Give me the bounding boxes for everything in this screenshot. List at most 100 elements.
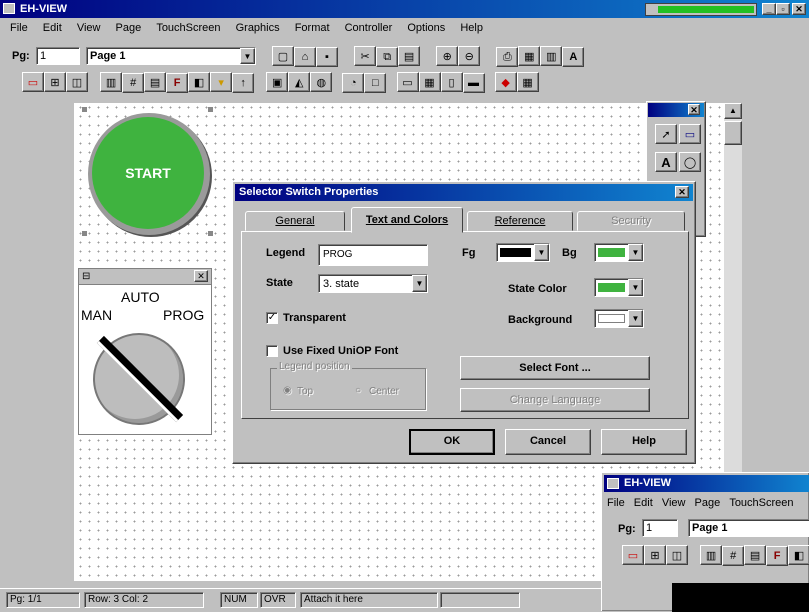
- alarm-icon[interactable]: □: [364, 72, 387, 93]
- color-icon[interactable]: ▦: [516, 72, 539, 92]
- lamp-icon[interactable]: ◧: [188, 72, 211, 92]
- fixed-font-checkbox[interactable]: [266, 345, 278, 357]
- menu-help[interactable]: Help: [454, 20, 489, 36]
- message-icon[interactable]: ▤: [744, 545, 767, 565]
- f-key-icon[interactable]: F: [166, 72, 189, 93]
- switch-icon[interactable]: ⊞: [44, 72, 66, 92]
- copy-icon[interactable]: ⧉: [376, 47, 399, 67]
- panel-icon[interactable]: ▦: [418, 72, 441, 92]
- menu-page[interactable]: Page: [110, 20, 148, 36]
- fg-color-select[interactable]: ▼: [496, 243, 550, 262]
- selection-handle[interactable]: [208, 107, 213, 112]
- meter-icon[interactable]: ◫: [666, 545, 688, 565]
- second-page-number-field[interactable]: 1: [642, 519, 678, 537]
- second-eh-view-window[interactable]: EH-VIEW File Edit View Page TouchScreen …: [601, 472, 809, 612]
- export-icon[interactable]: ◆: [494, 72, 517, 92]
- print-icon[interactable]: ⎙: [496, 47, 519, 67]
- bargraph-icon[interactable]: ▥: [100, 72, 123, 92]
- selection-handle[interactable]: [82, 231, 87, 236]
- window-icon[interactable]: ▭: [396, 72, 419, 92]
- radio-top[interactable]: ◉: [283, 385, 292, 396]
- dial-icon[interactable]: ◔: [342, 72, 365, 93]
- data-icon[interactable]: ▯: [440, 72, 463, 92]
- object-icon[interactable]: ▭: [679, 124, 701, 144]
- help-button[interactable]: Help: [601, 429, 687, 455]
- open-icon[interactable]: ⌂: [294, 46, 316, 67]
- menu-controller[interactable]: Controller: [339, 20, 399, 36]
- selection-handle[interactable]: [208, 231, 213, 236]
- picture-icon[interactable]: ▣: [266, 72, 289, 92]
- maximize-button[interactable]: ▫: [776, 3, 790, 15]
- zoom-in-icon[interactable]: ⊕: [436, 46, 459, 66]
- page-select[interactable]: Page 1 ▼: [86, 47, 256, 65]
- selector-switch-object[interactable]: ⊟ ✕ AUTO MAN PROG: [78, 268, 212, 435]
- menu-file[interactable]: File: [4, 20, 34, 36]
- library-icon[interactable]: ▥: [540, 46, 563, 66]
- cancel-button[interactable]: Cancel: [505, 429, 591, 455]
- menu-edit[interactable]: Edit: [37, 20, 68, 36]
- zoom-out-icon[interactable]: ⊖: [458, 46, 481, 66]
- minimize-button[interactable]: _: [762, 3, 776, 15]
- ascii-icon[interactable]: ▬: [462, 72, 485, 93]
- chevron-down-icon[interactable]: ▼: [628, 279, 643, 296]
- image-icon[interactable]: ▦: [518, 46, 541, 66]
- chevron-down-icon[interactable]: ▼: [240, 48, 255, 64]
- scroll-thumb[interactable]: [724, 121, 742, 145]
- f-key-icon[interactable]: F: [766, 545, 789, 566]
- second-menu-touchscreen[interactable]: TouchScreen: [726, 495, 796, 511]
- scroll-up-button[interactable]: ▲: [724, 103, 742, 119]
- select-font-button[interactable]: Select Font ...: [460, 356, 650, 380]
- transparent-checkbox[interactable]: ✓: [266, 312, 278, 324]
- close-button[interactable]: ✕: [792, 3, 806, 15]
- bell-icon[interactable]: ▾: [210, 72, 233, 92]
- menu-graphics[interactable]: Graphics: [230, 20, 286, 36]
- menu-format[interactable]: Format: [289, 20, 336, 36]
- radio-center[interactable]: ○: [355, 385, 361, 396]
- second-menu-edit[interactable]: Edit: [631, 495, 656, 511]
- second-menu-page[interactable]: Page: [692, 495, 724, 511]
- chevron-down-icon[interactable]: ▼: [628, 310, 643, 327]
- bg-color-select[interactable]: ▼: [594, 243, 644, 262]
- shape-icon[interactable]: ◯: [679, 152, 701, 172]
- paste-icon[interactable]: ▤: [398, 46, 421, 66]
- bargraph-icon[interactable]: ▥: [700, 545, 723, 565]
- numeric-icon[interactable]: #: [122, 72, 145, 93]
- text-format-icon[interactable]: A: [562, 46, 585, 67]
- state-color-select[interactable]: ▼: [594, 278, 644, 297]
- second-menu-view[interactable]: View: [659, 495, 689, 511]
- message-icon[interactable]: ▤: [144, 72, 167, 92]
- indicator-icon[interactable]: ▭: [622, 545, 644, 565]
- menu-options[interactable]: Options: [401, 20, 451, 36]
- indicator-icon[interactable]: ▭: [22, 72, 44, 92]
- background-color-select[interactable]: ▼: [594, 309, 644, 328]
- chevron-down-icon[interactable]: ▼: [534, 244, 549, 261]
- second-page-select[interactable]: Page 1: [688, 519, 809, 537]
- trend-icon[interactable]: ◭: [288, 72, 311, 92]
- selection-handle[interactable]: [82, 107, 87, 112]
- page-number-field[interactable]: 1: [36, 47, 80, 65]
- start-button-object[interactable]: START: [82, 107, 217, 242]
- chevron-down-icon[interactable]: ▼: [628, 244, 643, 261]
- vertical-scrollbar[interactable]: ▲: [724, 103, 742, 473]
- second-menu-file[interactable]: File: [604, 495, 628, 511]
- pointer-icon[interactable]: ➚: [655, 124, 677, 144]
- new-icon[interactable]: ▢: [272, 46, 294, 66]
- tab-general[interactable]: General: [245, 211, 345, 231]
- change-language-button[interactable]: Change Language: [460, 388, 650, 412]
- arrow-icon[interactable]: ↑: [232, 72, 255, 93]
- state-select[interactable]: 3. state ▼: [318, 274, 428, 293]
- selector-close-button[interactable]: ✕: [194, 270, 208, 282]
- ok-button[interactable]: OK: [409, 429, 495, 455]
- tab-text-and-colors[interactable]: Text and Colors: [351, 207, 463, 233]
- tab-reference[interactable]: Reference: [467, 211, 573, 231]
- save-icon[interactable]: ▪: [316, 46, 338, 67]
- tab-security[interactable]: Security: [577, 211, 685, 231]
- palette-close-button[interactable]: ✕: [688, 104, 700, 115]
- dialog-close-button[interactable]: ✕: [675, 186, 689, 198]
- cut-icon[interactable]: ✂: [354, 46, 377, 66]
- meter-icon[interactable]: ◫: [66, 72, 88, 92]
- switch-icon[interactable]: ⊞: [644, 545, 666, 565]
- lamp-icon[interactable]: ◧: [788, 545, 809, 565]
- menu-touchscreen[interactable]: TouchScreen: [150, 20, 226, 36]
- menu-view[interactable]: View: [71, 20, 107, 36]
